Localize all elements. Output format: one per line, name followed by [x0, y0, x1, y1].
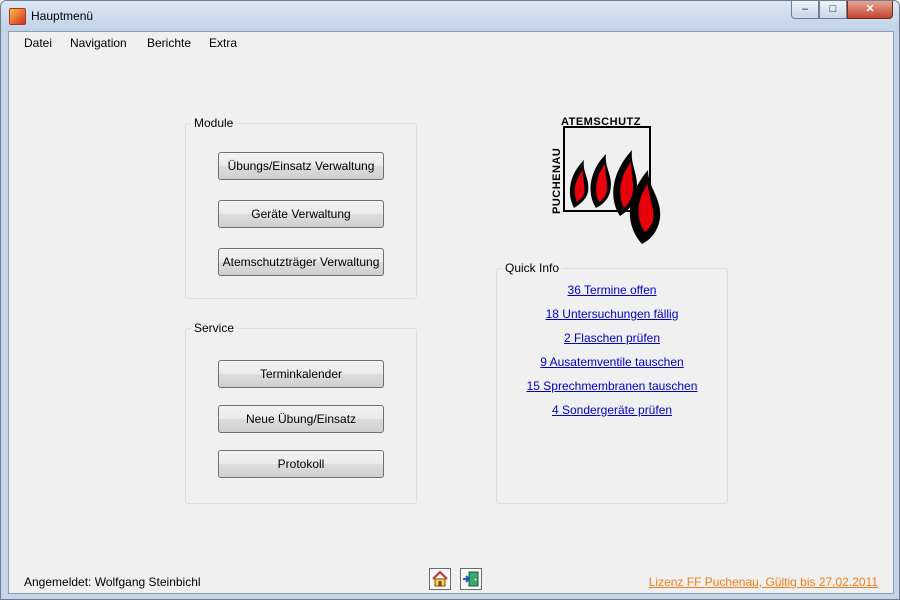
menu-extra[interactable]: Extra: [209, 36, 237, 50]
main-window: Hauptmenü – □ ✕ Datei Navigation Bericht…: [0, 0, 900, 600]
quick-info-link-ausatemventile[interactable]: 9 Ausatemventile tauschen: [497, 355, 727, 369]
quick-info-link-sondergeraete[interactable]: 4 Sondergeräte prüfen: [497, 403, 727, 417]
menu-bar: Datei Navigation Berichte Extra: [9, 32, 893, 54]
atemschutz-logo: ATEMSCHUTZ PUCHENAU: [551, 116, 661, 244]
uebungs-einsatz-verwaltung-button[interactable]: Übungs/Einsatz Verwaltung: [218, 152, 384, 180]
exit-door-icon[interactable]: [460, 568, 482, 590]
logo-text-top: ATEMSCHUTZ: [561, 116, 641, 128]
logged-in-user: Angemeldet: Wolfgang Steinbichl: [24, 575, 201, 589]
window-title: Hauptmenü: [31, 9, 94, 23]
quick-info-group: Quick Info 36 Termine offen 18 Untersuch…: [496, 261, 728, 504]
menu-berichte[interactable]: Berichte: [147, 36, 191, 50]
quick-info-link-sprechmembranen[interactable]: 15 Sprechmembranen tauschen: [497, 379, 727, 393]
menu-datei[interactable]: Datei: [24, 36, 52, 50]
home-icon[interactable]: [429, 568, 451, 590]
module-group-legend: Module: [194, 116, 234, 130]
title-bar[interactable]: Hauptmenü – □ ✕: [1, 1, 899, 31]
app-icon: [9, 8, 26, 25]
atemschutztraeger-verwaltung-button[interactable]: Atemschutzträger Verwaltung: [218, 248, 384, 276]
quick-info-link-untersuchungen[interactable]: 18 Untersuchungen fällig: [497, 307, 727, 321]
quick-info-link-termine[interactable]: 36 Termine offen: [497, 283, 727, 297]
quick-info-legend: Quick Info: [505, 261, 560, 275]
protokoll-button[interactable]: Protokoll: [218, 450, 384, 478]
menu-navigation[interactable]: Navigation: [70, 36, 127, 50]
service-group-legend: Service: [194, 321, 235, 335]
license-link[interactable]: Lizenz FF Puchenau, Gültig bis 27.02.201…: [649, 575, 878, 589]
maximize-button[interactable]: □: [819, 1, 847, 19]
logo-text-side: PUCHENAU: [551, 148, 563, 214]
client-area: Datei Navigation Berichte Extra Module Ü…: [8, 31, 894, 594]
flame-icon: [569, 150, 661, 244]
neue-uebung-einsatz-button[interactable]: Neue Übung/Einsatz: [218, 405, 384, 433]
quick-info-link-flaschen[interactable]: 2 Flaschen prüfen: [497, 331, 727, 345]
minimize-button[interactable]: –: [791, 1, 819, 19]
close-button[interactable]: ✕: [847, 1, 893, 19]
geraete-verwaltung-button[interactable]: Geräte Verwaltung: [218, 200, 384, 228]
window-controls: – □ ✕: [791, 1, 893, 20]
service-group: Service Terminkalender Neue Übung/Einsat…: [185, 321, 417, 504]
terminkalender-button[interactable]: Terminkalender: [218, 360, 384, 388]
module-group: Module Übungs/Einsatz Verwaltung Geräte …: [185, 116, 417, 299]
